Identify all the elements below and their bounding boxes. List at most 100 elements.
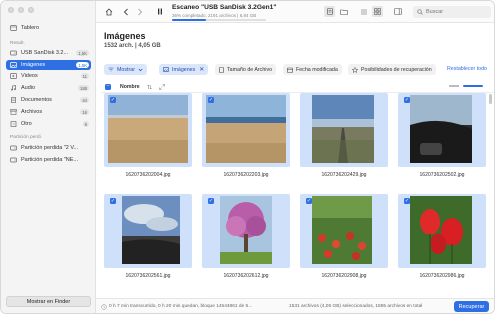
sidebar-item-other[interactable]: ? Otro 6 (6, 119, 91, 129)
folder-view-button[interactable] (338, 6, 349, 17)
show-filter-dropdown[interactable]: Mostrar (104, 64, 147, 75)
image-icon (163, 67, 169, 72)
close-window-button[interactable] (8, 7, 14, 13)
home-button[interactable] (103, 6, 114, 17)
sidebar-item-label: USB SanDisk 3.2... (21, 50, 69, 56)
close-icon[interactable]: ✕ (199, 66, 204, 73)
file-icon (219, 66, 224, 73)
file-checkbox[interactable]: ✓ (110, 97, 116, 103)
file-card[interactable]: ✓ 1620736202908.jpg (300, 194, 388, 284)
toolbar: Escaneo "USB SanDisk 3.2Gen1" 36% comple… (96, 1, 494, 23)
file-size-filter[interactable]: Tamaño de Archivo (215, 64, 277, 75)
search-field[interactable] (413, 6, 491, 18)
file-checkbox[interactable]: ✓ (306, 198, 312, 204)
count-badge: 1,5K (76, 50, 89, 56)
file-name: 1620736202203.jpg (223, 172, 269, 178)
sidebar-item-lost-partition-2[interactable]: Partición perdida "NE... (6, 155, 91, 165)
name-column-header[interactable]: Nombre (120, 84, 140, 90)
sidebar-item-documents[interactable]: Documentos 44 (6, 95, 91, 105)
sort-icon[interactable] (147, 84, 152, 90)
date-modified-filter[interactable]: Fecha modificada (283, 64, 342, 75)
reset-all-link[interactable]: Restablecer todo (447, 66, 487, 72)
sidebar-item-device[interactable]: USB SanDisk 3.2... 1,5K (6, 48, 91, 58)
sidebar-item-label: Partición perdida "2 V... (21, 145, 79, 151)
file-thumbnail (108, 95, 188, 163)
show-in-finder-button[interactable]: Mostrar en Finder (6, 296, 91, 307)
dashboard-icon (9, 25, 17, 32)
sidebar-item-archives[interactable]: Archivos 16 (6, 107, 91, 117)
images-filter-chip[interactable]: Imágenes ✕ (159, 64, 209, 75)
grid-view-button[interactable] (372, 6, 383, 17)
sidebar: Tablero Result. USB SanDisk 3.2... 1,5K … (1, 1, 96, 313)
filter-icon (108, 67, 114, 72)
file-card[interactable]: ✓ 1620736202502.jpg (398, 93, 486, 183)
sidebar-toggle-button[interactable] (392, 6, 403, 17)
file-thumbnail (206, 95, 286, 163)
file-thumbnail (312, 95, 374, 163)
expand-icon[interactable] (159, 84, 165, 90)
file-name: 1620736202908.jpg (321, 273, 367, 279)
date-modified-filter-label: Fecha modificada (296, 66, 338, 73)
scan-status-text: 0 h 7 min transcurrido, 0 h 20 min queda… (109, 304, 253, 309)
count-badge: 188 (78, 85, 89, 91)
other-icon: ? (9, 121, 17, 128)
star-icon (352, 66, 358, 73)
audio-icon (9, 85, 17, 92)
forward-button[interactable] (134, 6, 145, 17)
sidebar-item-videos[interactable]: Videos 11 (6, 71, 91, 81)
pause-button[interactable] (154, 6, 165, 17)
sidebar-item-images[interactable]: Imágenes 1,5K (6, 60, 91, 70)
grid-icon (374, 8, 381, 15)
sidebar-item-audio[interactable]: Audio 188 (6, 83, 91, 93)
list-header: – Nombre (101, 81, 493, 93)
chevron-down-icon (138, 68, 143, 71)
minimize-window-button[interactable] (18, 7, 24, 13)
video-icon (9, 73, 17, 80)
file-checkbox[interactable]: ✓ (110, 198, 116, 204)
file-card[interactable]: ✓ 1620736202203.jpg (202, 93, 290, 183)
file-card[interactable]: ✓ 1620736202612.jpg (202, 194, 290, 284)
document-view-icon (326, 8, 333, 15)
svg-text:?: ? (12, 122, 15, 127)
recovery-chances-filter[interactable]: Posibilidades de recuperación (348, 64, 436, 75)
count-badge: 11 (80, 73, 89, 79)
sidebar-item-lost-partition-1[interactable]: Partición perdida "2 V... (6, 143, 91, 153)
recover-button[interactable]: Recuperar (454, 301, 489, 312)
file-checkbox[interactable]: ✓ (404, 97, 410, 103)
selection-summary: 1531 archivos (4,05 GB) seleccionados, 1… (289, 304, 423, 309)
sidebar-item-dashboard[interactable]: Tablero (6, 23, 91, 33)
file-name: 1620736202612.jpg (223, 273, 269, 279)
file-card[interactable]: ✓ 1620736202004.jpg (104, 93, 192, 183)
file-thumbnail (122, 196, 180, 264)
file-card[interactable]: ✓ 1620736202561.jpg (104, 194, 192, 284)
calendar-icon (287, 67, 293, 73)
file-card[interactable]: ✓ 1620736202986.jpg (398, 194, 486, 284)
file-thumbnail (220, 196, 272, 264)
back-button[interactable] (120, 6, 131, 17)
file-checkbox[interactable]: ✓ (208, 198, 214, 204)
thumbnail-size-slider[interactable] (463, 84, 483, 87)
search-input[interactable] (426, 9, 486, 15)
count-badge: 44 (80, 97, 89, 103)
file-name: 1620736202986.jpg (419, 273, 465, 279)
thumbnail-size-min (449, 85, 459, 87)
file-thumbnail (410, 95, 472, 163)
list-view-button[interactable] (358, 6, 369, 17)
file-card[interactable]: 1620736202429.jpg (300, 93, 388, 183)
grid-scrollbar[interactable] (488, 94, 492, 299)
select-all-checkbox[interactable]: – (105, 83, 111, 90)
sidebar-section-lost-partitions: Partición perdi. (10, 135, 42, 140)
sidebar-item-label: Partición perdida "NE... (21, 157, 78, 163)
preview-toggle-button[interactable] (324, 6, 335, 17)
file-name: 1620736202004.jpg (125, 172, 171, 178)
file-checkbox[interactable]: ✓ (208, 97, 214, 103)
file-thumbnail (312, 196, 372, 264)
file-checkbox[interactable]: ✓ (404, 198, 410, 204)
drive-icon (9, 50, 17, 57)
zoom-window-button[interactable] (28, 7, 34, 13)
archive-icon (9, 109, 17, 116)
sidebar-section-results: Result. (10, 41, 25, 46)
scrollbar-thumb[interactable] (488, 94, 492, 104)
folder-icon (339, 9, 348, 15)
pause-icon (157, 8, 162, 15)
